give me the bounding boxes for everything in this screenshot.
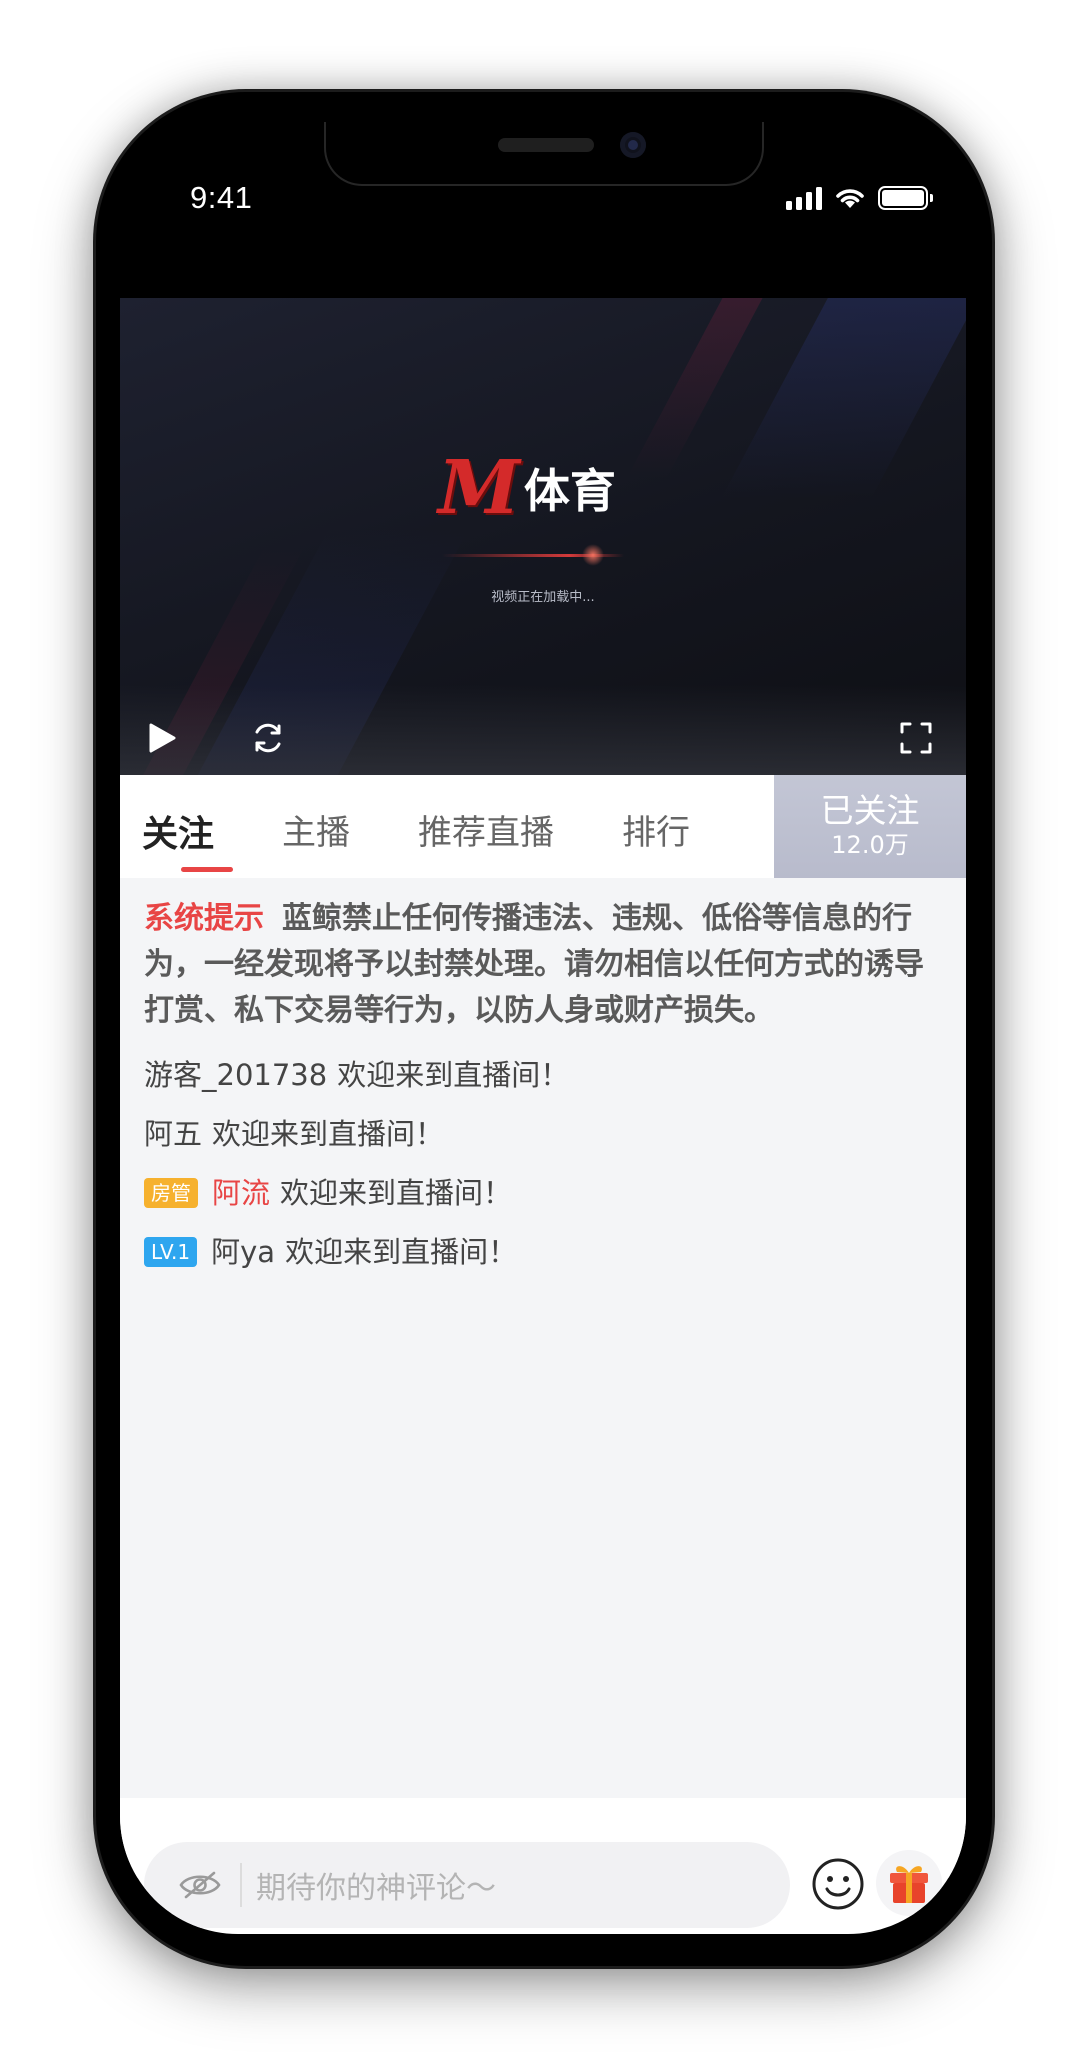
status-bar: 9:41 [120,122,966,298]
wifi-icon [836,189,864,208]
bg-stripe [721,298,966,498]
system-notice: 系统提示 蓝鲸禁止任何传播违法、违规、低俗等信息的行为，一经发现将予以封禁处理。请… [144,896,942,1034]
tab-follow[interactable]: 关注 [142,805,214,857]
tab-recommended-live[interactable]: 推荐直播 [418,805,554,854]
chat-panel[interactable]: 系统提示 蓝鲸禁止任何传播违法、违规、低俗等信息的行为，一经发现将予以封禁处理。请… [120,878,966,1878]
eye-icon [179,1871,221,1899]
chat-text: 欢迎来到直播间！ [285,1235,518,1269]
chat-text: 欢迎来到直播间！ [337,1058,570,1092]
fullscreen-icon [900,722,932,754]
logo-glow [582,544,604,566]
chat-text: 欢迎来到直播间！ [212,1117,445,1151]
notch [324,122,764,186]
active-tab-indicator [181,867,233,872]
cellular-signal-icon [786,186,822,210]
brand-logo: M 体育 [438,448,648,528]
play-button[interactable] [142,718,182,758]
gift-icon [890,1866,928,1903]
status-time: 9:41 [190,180,253,215]
comment-input[interactable]: 期待你的神评论～ [144,1842,790,1928]
chat-username[interactable]: 阿流 [212,1170,270,1216]
chat-message: LV.1 阿ya 欢迎来到直播间！ [144,1229,942,1275]
phone-screen: 9:41 M 体育 视频正在加载中... 关注 主播 推荐直播 排行 已关注 1… [120,122,966,1934]
level-badge: LV.1 [144,1237,198,1267]
comment-bar: 期待你的神评论～ [120,1798,966,1934]
tab-ranking[interactable]: 排行 [622,805,690,854]
followed-button[interactable]: 已关注 12.0万 [774,775,966,878]
refresh-button[interactable] [248,718,288,758]
fullscreen-button[interactable] [896,718,936,758]
chat-message: 阿五 欢迎来到直播间！ [144,1111,942,1157]
tab-bar: 关注 主播 推荐直播 排行 已关注 12.0万 [120,775,966,878]
video-controls-gradient [120,685,966,775]
follow-label: 已关注 [820,790,920,830]
battery-icon [878,186,933,210]
chat-text: 欢迎来到直播间！ [280,1176,513,1210]
logo-text: 体育 [523,464,616,518]
chat-username[interactable]: 游客_201738 [144,1052,327,1098]
system-notice-tag: 系统提示 [144,901,264,936]
play-icon [149,723,176,753]
logo-mark: M [438,445,520,531]
chat-username[interactable]: 阿ya [211,1229,275,1275]
tab-anchor[interactable]: 主播 [282,805,350,854]
gift-button[interactable] [876,1850,942,1916]
follower-count: 12.0万 [831,831,909,860]
chat-message: 房管 阿流 欢迎来到直播间！ [144,1170,942,1216]
phone-frame: 9:41 M 体育 视频正在加载中... 关注 主播 推荐直播 排行 已关注 1… [96,92,992,1966]
chat-username[interactable]: 阿五 [144,1111,202,1157]
refresh-icon [255,723,281,753]
comment-placeholder[interactable]: 期待你的神评论～ [256,1863,496,1907]
emoji-button[interactable] [810,1856,866,1912]
eye-toggle-button[interactable] [168,1870,232,1900]
input-divider [240,1863,242,1907]
video-player[interactable]: M 体育 视频正在加载中... [120,298,966,775]
chat-message: 游客_201738 欢迎来到直播间！ [144,1052,942,1098]
speaker-grille [498,138,594,152]
emoji-icon [812,1858,864,1910]
front-camera [620,132,646,158]
loading-text: 视频正在加载中... [491,590,595,605]
admin-badge: 房管 [144,1178,198,1208]
status-icons [786,182,933,210]
